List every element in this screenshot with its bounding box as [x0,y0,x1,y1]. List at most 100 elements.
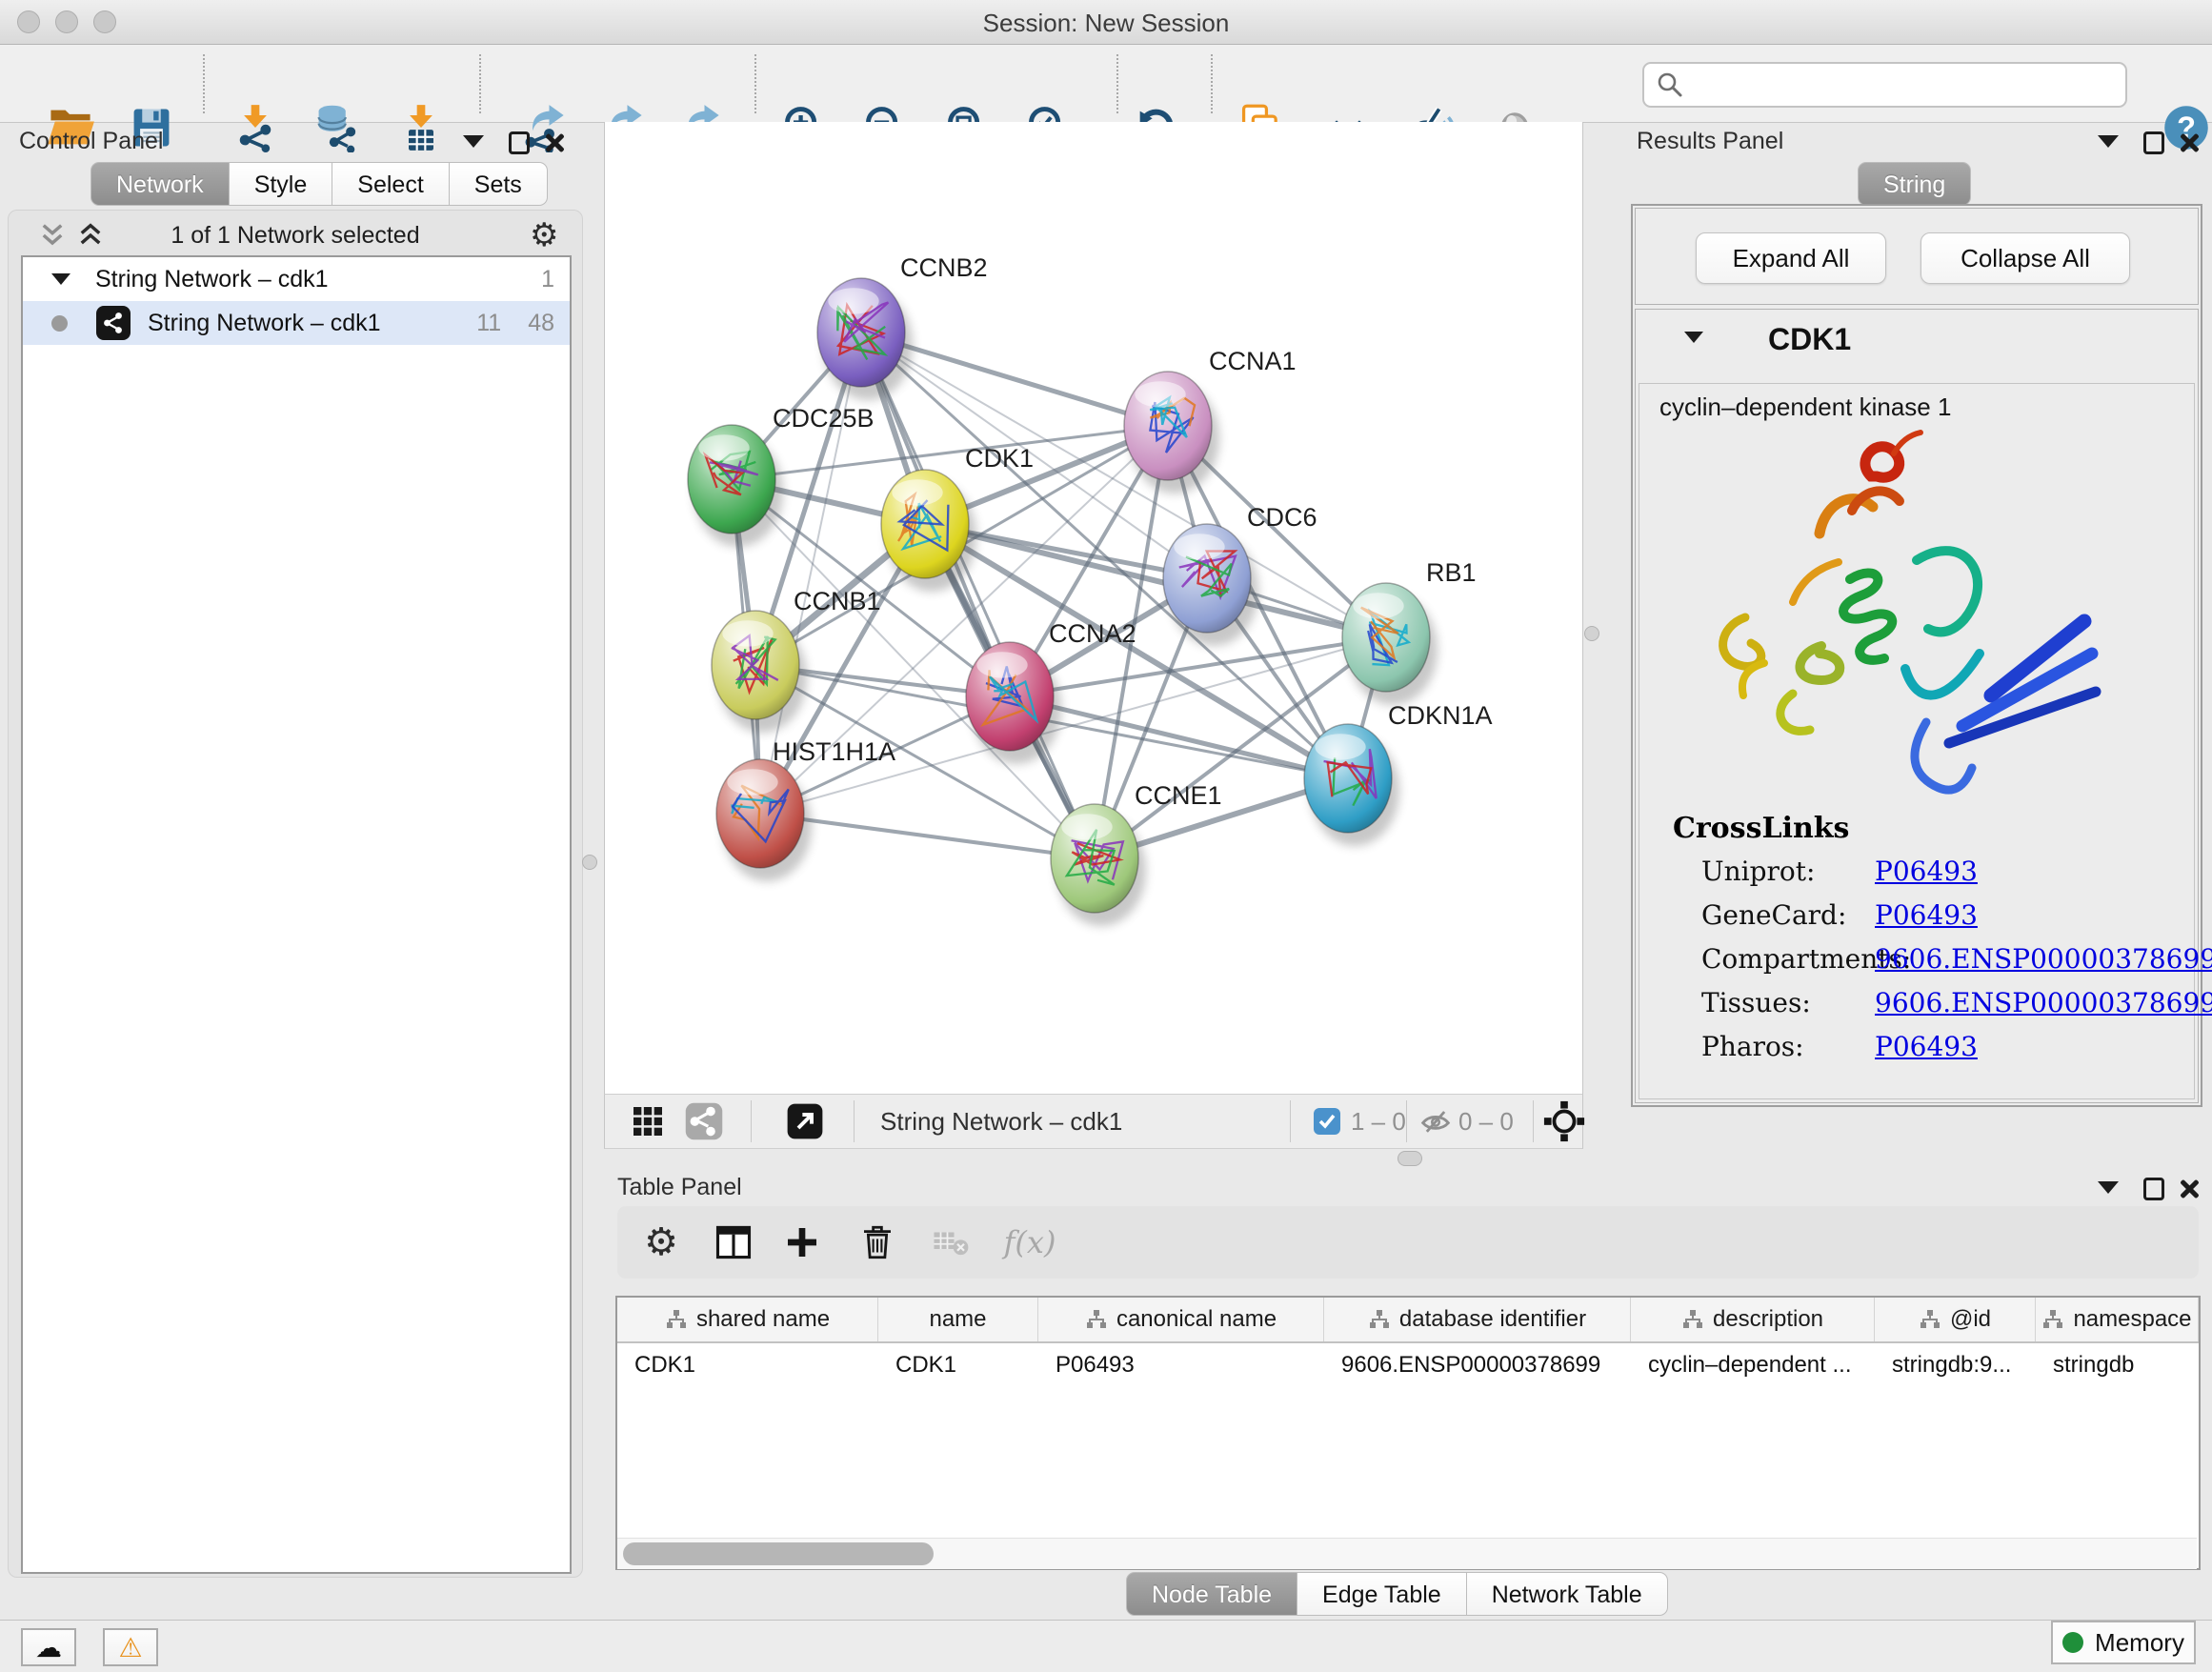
column-header-name[interactable]: name [878,1298,1038,1341]
table-hscrollbar-thumb[interactable] [623,1542,934,1565]
toolbar-divider [754,54,756,113]
network-node-ccna1[interactable]: CCNA1 [1124,347,1297,494]
tab-edge-table[interactable]: Edge Table [1297,1572,1467,1616]
table-gear-icon[interactable]: ⚙ [644,1226,678,1259]
column-type-icon [1919,1308,1941,1331]
crosslink-value-link[interactable]: P06493 [1875,899,1978,931]
results-panel-close-button[interactable] [2178,131,2201,154]
results-panel-maximize-button[interactable] [2143,131,2164,154]
right-splitter-grip[interactable] [1584,626,1599,641]
network-node-hist1h1a[interactable]: HIST1H1A [716,737,895,881]
delete-column-icon[interactable] [857,1222,897,1262]
memory-label: Memory [2095,1628,2184,1658]
table-body: CDK1CDK1P064939606.ENSP00000378699cyclin… [617,1343,2199,1387]
column-type-icon [1368,1308,1391,1331]
collapse-all-button[interactable]: Collapse All [1920,232,2130,284]
control-panel-float-button[interactable] [463,135,484,148]
memory-status-dot [2062,1632,2083,1653]
toolbar-divider [854,1100,855,1142]
left-splitter-grip[interactable] [582,855,597,870]
network-node-cdc25b[interactable]: CDC25B [688,404,875,547]
crosslink-value-link[interactable]: 9606.ENSP00000378699 [1875,987,2212,1018]
column-header-description[interactable]: description [1631,1298,1875,1341]
selected-checkbox-icon[interactable] [1313,1107,1341,1136]
network-node-ccnb1[interactable]: CCNB1 [712,587,881,733]
crosslink-row: Compartments:9606.ENSP00000378699 [1701,943,2187,987]
network-options-gear-icon[interactable]: ⚙ [530,219,558,252]
warning-icon[interactable]: ⚠ [103,1628,158,1666]
tab-network[interactable]: Network [90,162,230,206]
cdk1-collapse-icon[interactable] [1684,332,1703,343]
network-node-ccnb2[interactable]: CCNB2 [817,253,988,400]
network-node-rb1[interactable]: RB1 [1342,558,1477,705]
results-panel-tabs: String [1858,162,1971,206]
column-header-label: canonical name [1116,1306,1277,1333]
import-network-file-button[interactable] [227,99,284,156]
create-column-icon[interactable] [783,1223,821,1261]
table-panel-maximize-button[interactable] [2143,1178,2164,1200]
column-type-icon [665,1308,688,1331]
cloud-icon[interactable]: ☁ [21,1628,76,1666]
table-row[interactable]: CDK1CDK1P064939606.ENSP00000378699cyclin… [617,1343,2199,1387]
column-header-namespace[interactable]: namespace [2036,1298,2199,1341]
detach-view-icon[interactable] [785,1101,825,1141]
tab-string[interactable]: String [1858,162,1971,206]
control-panel-tabs: NetworkStyleSelectSets [90,162,548,206]
table-cell: stringdb [2036,1343,2199,1387]
tab-node-table[interactable]: Node Table [1126,1572,1297,1616]
column-header-label: namespace [2073,1306,2191,1333]
tab-network-table[interactable]: Network Table [1467,1572,1668,1616]
crosshair-icon[interactable] [1542,1099,1586,1143]
node-label-ccnb1: CCNB1 [794,587,881,615]
toolbar-divider [479,54,481,113]
cdk1-description: cyclin–dependent kinase 1 [1659,393,1951,422]
horizontal-splitter-grip[interactable] [1398,1151,1422,1166]
node-label-hist1h1a: HIST1H1A [773,737,895,766]
table-panel-float-button[interactable] [2098,1181,2119,1194]
collection-count: 1 [541,266,554,293]
crosslink-row: Uniprot:P06493 [1701,856,2187,899]
control-panel-maximize-button[interactable] [509,131,530,154]
table-cell: 9606.ENSP00000378699 [1324,1343,1631,1387]
main-toolbar: ? [0,45,2212,123]
crosslink-value-link[interactable]: P06493 [1875,1031,1978,1062]
table-panel-close-button[interactable] [2178,1178,2201,1200]
collection-expand-icon[interactable] [51,273,70,285]
column-header--id[interactable]: @id [1875,1298,2036,1341]
column-header-shared-name[interactable]: shared name [617,1298,878,1341]
column-header-database-identifier[interactable]: database identifier [1324,1298,1631,1341]
network-row[interactable]: String Network – cdk1 11 48 [23,301,570,345]
column-header-label: shared name [696,1306,830,1333]
import-network-database-button[interactable] [308,99,365,156]
network-node-ccne1[interactable]: CCNE1 [1051,781,1222,926]
control-panel-close-button[interactable] [543,131,566,154]
memory-button[interactable]: Memory [2051,1621,2196,1664]
expand-all-button[interactable]: Expand All [1696,232,1886,284]
cytoscape-window: Session: New Session ? Control Panel [0,0,2212,1671]
network-share-icon[interactable] [684,1101,724,1141]
network-collection-row[interactable]: String Network – cdk1 1 [23,257,570,301]
crosslink-value-link[interactable]: 9606.ENSP00000378699 [1875,943,2212,975]
table-header-row: shared name name canonical name database id… [617,1298,2199,1343]
import-table-file-button[interactable] [392,99,450,156]
crosslink-row: Tissues:9606.ENSP00000378699 [1701,987,2187,1031]
search-input[interactable] [1692,67,2125,103]
column-header-canonical-name[interactable]: canonical name [1038,1298,1324,1341]
network-node-ccna2[interactable]: CCNA2 [966,619,1136,764]
network-edge[interactable] [861,332,1095,858]
node-label-cdc6: CDC6 [1247,503,1317,532]
window-titlebar: Session: New Session [0,0,2212,45]
tab-sets[interactable]: Sets [450,162,548,206]
network-node-cdkn1a[interactable]: CDKN1A [1304,701,1493,846]
window-title: Session: New Session [0,9,2212,38]
crosslink-value-link[interactable]: P06493 [1875,856,1978,887]
network-node-cdc6[interactable]: CDC6 [1163,503,1317,646]
tab-style[interactable]: Style [230,162,333,206]
toolbar-divider [751,1100,752,1142]
node-label-rb1: RB1 [1426,558,1477,587]
network-canvas[interactable]: CCNB2CCNA1CDC25BCDK1CDC6RB1CCNB1CCNA2CDK… [604,122,1583,1094]
birds-eye-view-icon[interactable] [629,1102,667,1140]
tab-select[interactable]: Select [332,162,449,206]
show-columns-icon[interactable] [713,1221,754,1263]
results-panel-float-button[interactable] [2098,135,2119,148]
